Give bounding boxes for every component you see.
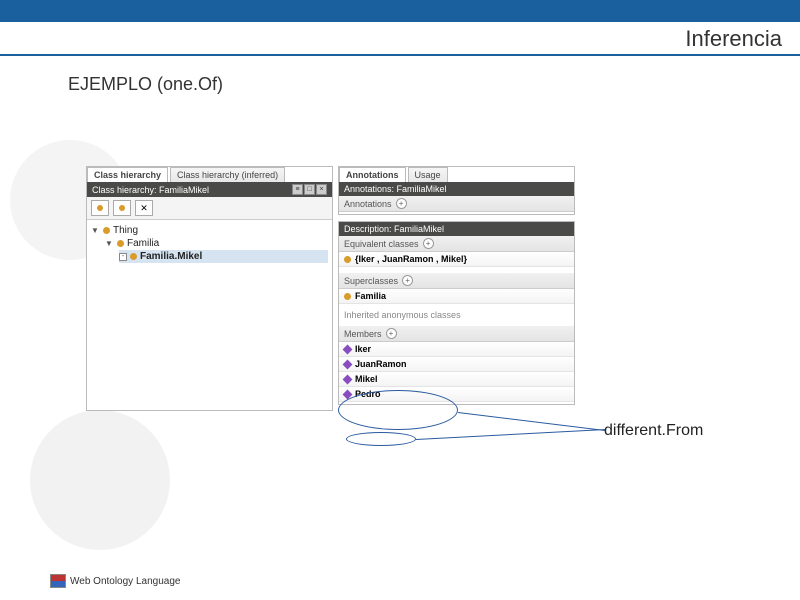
class-tree[interactable]: ▼ Thing ▼ Familia - Familia.Mikel: [87, 220, 332, 343]
collapse-icon[interactable]: -: [119, 253, 127, 261]
left-tabs: Class hierarchy Class hierarchy (inferre…: [87, 167, 332, 182]
tab-usage[interactable]: Usage: [408, 167, 448, 182]
tree-row-familiamikel[interactable]: - Familia.Mikel: [119, 250, 328, 263]
individual-icon: [343, 389, 353, 399]
tree-row-thing[interactable]: ▼ Thing: [91, 224, 328, 237]
member-row[interactable]: Mikel: [339, 372, 574, 387]
bg-decoration: [30, 410, 170, 550]
member-value: JuanRamon: [355, 359, 407, 369]
tree-row-familia[interactable]: ▼ Familia: [105, 237, 328, 250]
inherited-head: Inherited anonymous classes: [339, 304, 574, 326]
class-icon: [344, 256, 351, 263]
left-panel-title: Class hierarchy: FamiliaMikel: [92, 185, 209, 195]
member-row[interactable]: JuanRamon: [339, 357, 574, 372]
add-icon[interactable]: +: [402, 275, 413, 286]
members-label: Members: [344, 329, 382, 339]
tab-class-hierarchy[interactable]: Class hierarchy: [87, 167, 168, 182]
annotations-label: Annotations: [344, 199, 392, 209]
expand-icon[interactable]: ▼: [105, 239, 114, 248]
class-icon: [117, 240, 124, 247]
tab-annotations[interactable]: Annotations: [339, 167, 406, 182]
class-icon: [344, 293, 351, 300]
annotations-head: Annotations +: [339, 196, 574, 212]
annotations-header-bar: Annotations: FamiliaMikel: [339, 182, 574, 196]
add-icon[interactable]: +: [396, 198, 407, 209]
class-icon: [130, 253, 137, 260]
protege-app: Class hierarchy Class hierarchy (inferre…: [86, 166, 575, 411]
description-title: Description: FamiliaMikel: [344, 224, 444, 234]
superclasses-head: Superclasses +: [339, 273, 574, 289]
add-icon[interactable]: +: [423, 238, 434, 249]
footer-logo-icon: [50, 574, 66, 588]
footer-text: Web Ontology Language: [70, 576, 180, 587]
panel-control-icon[interactable]: ≡: [292, 184, 303, 195]
footer: Web Ontology Language: [50, 574, 180, 588]
super-value: Familia: [355, 291, 386, 301]
equivalent-classes-head: Equivalent classes +: [339, 236, 574, 252]
member-value: Mikel: [355, 374, 378, 384]
member-row[interactable]: Iker: [339, 342, 574, 357]
members-head: Members +: [339, 326, 574, 342]
annotations-section: Annotations Usage Annotations: FamiliaMi…: [338, 166, 575, 215]
class-hierarchy-panel: Class hierarchy Class hierarchy (inferre…: [86, 166, 333, 411]
tree-toolbar: ✕: [87, 197, 332, 220]
callout-line: [416, 429, 606, 440]
description-header-bar: Description: FamiliaMikel: [339, 222, 574, 236]
tree-label: Familia.Mikel: [140, 251, 202, 262]
member-value: Pedro: [355, 389, 381, 399]
description-section: Description: FamiliaMikel Equivalent cla…: [338, 221, 575, 405]
slide-subtitle: EJEMPLO (one.Of): [0, 56, 800, 95]
equiv-value: {Iker , JuanRamon , Mikel}: [355, 254, 467, 264]
delete-class-button[interactable]: ✕: [135, 200, 153, 216]
class-icon: [103, 227, 110, 234]
annotations-title: Annotations: FamiliaMikel: [344, 184, 447, 194]
callout-line: [458, 412, 605, 431]
expand-icon[interactable]: ▼: [91, 226, 100, 235]
individual-icon: [343, 344, 353, 354]
panel-control-icon[interactable]: □: [304, 184, 315, 195]
add-sibling-button[interactable]: [113, 200, 131, 216]
member-value: Iker: [355, 344, 371, 354]
slide-title: Inferencia: [0, 22, 800, 56]
tree-label: Thing: [113, 225, 138, 236]
individual-icon: [343, 359, 353, 369]
individual-icon: [343, 374, 353, 384]
callout-circle: [346, 432, 416, 446]
member-row[interactable]: Pedro: [339, 387, 574, 402]
top-stripe: [0, 0, 800, 22]
equiv-row[interactable]: {Iker , JuanRamon , Mikel}: [339, 252, 574, 267]
super-row[interactable]: Familia: [339, 289, 574, 304]
super-label: Superclasses: [344, 276, 398, 286]
equiv-label: Equivalent classes: [344, 239, 419, 249]
add-icon[interactable]: +: [386, 328, 397, 339]
description-panel: Annotations Usage Annotations: FamiliaMi…: [338, 166, 575, 411]
panel-control-icon[interactable]: ×: [316, 184, 327, 195]
annotation-label: different.From: [604, 422, 703, 440]
tree-label: Familia: [127, 238, 159, 249]
tab-class-hierarchy-inferred[interactable]: Class hierarchy (inferred): [170, 167, 285, 182]
add-subclass-button[interactable]: [91, 200, 109, 216]
left-panel-header: Class hierarchy: FamiliaMikel ≡ □ ×: [87, 182, 332, 197]
